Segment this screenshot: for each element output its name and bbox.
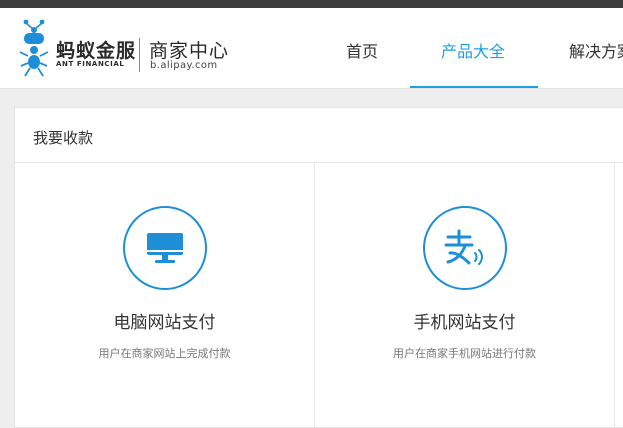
- nav-active-indicator: [410, 86, 538, 88]
- merchant-center-title: 商家中心: [149, 40, 230, 62]
- card-title: 电脑网站支付: [113, 313, 216, 333]
- card-icon-circle: [422, 206, 507, 290]
- nav-products[interactable]: 产品大全: [441, 38, 505, 62]
- header: 蚂蚁金服 ANT FINANCIAL 商家中心 b.alipay.com 首页 …: [0, 8, 623, 89]
- column-divider: [614, 163, 615, 428]
- logo-divider: [139, 38, 140, 72]
- card-title: 手机网站支付: [413, 313, 516, 333]
- card-mobile-web-pay[interactable]: 手机网站支付 用户在商家手机网站进行付款: [315, 163, 614, 428]
- card-icon-circle: [122, 206, 207, 290]
- top-bar: [0, 0, 623, 8]
- card-description: 用户在商家网站上完成付款: [98, 347, 231, 360]
- nav-home[interactable]: 首页: [346, 38, 378, 62]
- payment-section: 我要收款 电脑网站支付 用户在商家网站上完成付款 手机网站支付 用户在商家手机网…: [14, 107, 623, 428]
- monitor-icon: [146, 233, 183, 263]
- section-title: 我要收款: [33, 129, 94, 147]
- brand-name-en: ANT FINANCIAL: [56, 60, 125, 68]
- card-description: 用户在商家手机网站进行付款: [393, 347, 536, 360]
- site-logo[interactable]: 蚂蚁金服 ANT FINANCIAL 商家中心 b.alipay.com: [18, 18, 228, 80]
- alipay-mobile-icon: [444, 229, 483, 265]
- brand-name: 蚂蚁金服: [56, 40, 137, 62]
- card-pc-web-pay[interactable]: 电脑网站支付 用户在商家网站上完成付款: [15, 163, 314, 428]
- nav-solutions[interactable]: 解决方案: [569, 38, 623, 62]
- ant-logo-icon: [19, 19, 49, 77]
- merchant-center-url: b.alipay.com: [150, 60, 218, 71]
